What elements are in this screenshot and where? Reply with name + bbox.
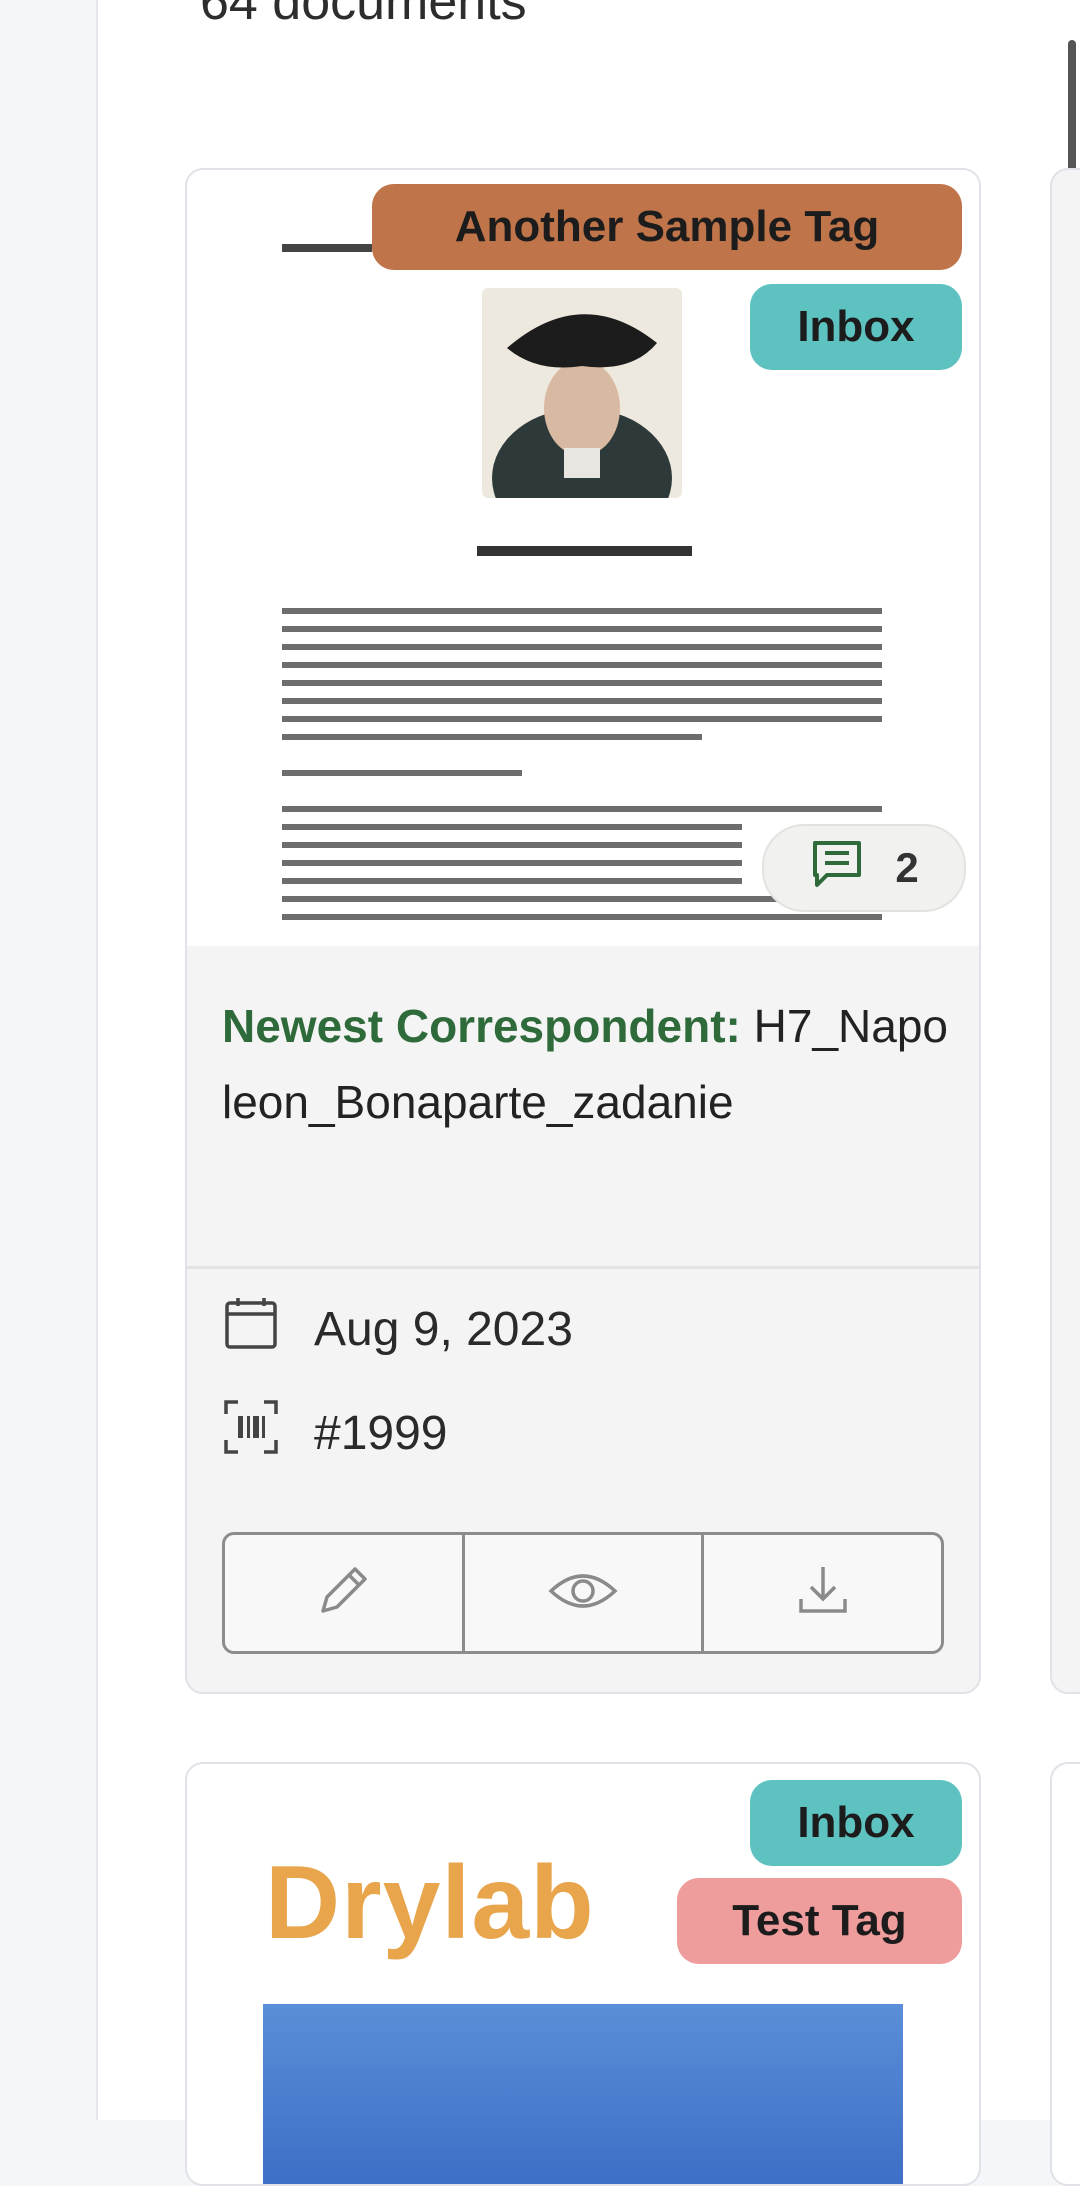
notes-badge[interactable]: 2: [762, 824, 966, 912]
created-date-row: Aug 9, 2023: [222, 1294, 573, 1364]
document-title[interactable]: Newest Correspondent: H7_Napoleon_Bonapa…: [222, 988, 952, 1140]
tag-inbox[interactable]: Inbox: [750, 284, 962, 370]
tag-test-tag[interactable]: Test Tag: [677, 1878, 962, 1964]
comment-icon: [809, 837, 865, 899]
preview-button[interactable]: [461, 1535, 702, 1651]
text-line: [282, 662, 882, 668]
tag-inbox[interactable]: Inbox: [750, 1780, 962, 1866]
text-line: [282, 914, 882, 920]
download-icon: [791, 1559, 855, 1628]
text-line: [282, 608, 882, 614]
card-action-buttons: [222, 1532, 944, 1654]
correspondent-colon: :: [725, 1000, 741, 1052]
correspondent-label[interactable]: Newest Correspondent: [222, 1000, 726, 1052]
card-divider: [187, 1266, 979, 1269]
portrait-image: [482, 288, 682, 498]
text-line: [282, 734, 702, 740]
tag-another-sample-tag[interactable]: Another Sample Tag: [372, 184, 962, 270]
notes-count: 2: [895, 844, 919, 891]
document-card[interactable]: Another Sample Tag Inbox 2 Newest Corres…: [185, 168, 981, 1694]
sidebar-strip: [0, 0, 98, 2120]
document-thumbnail[interactable]: Another Sample Tag Inbox 2: [187, 170, 979, 946]
thumbnail-header-line: [282, 244, 372, 252]
text-line: [282, 860, 742, 866]
document-card[interactable]: Drylab Inbox Test Tag: [185, 1762, 981, 2186]
barcode-icon: [222, 1398, 280, 1468]
text-line: [282, 716, 882, 722]
next-document-card-peek[interactable]: [1050, 1762, 1080, 2186]
thumbnail-photo: [263, 2004, 903, 2184]
text-line: [282, 698, 882, 704]
text-line: [282, 680, 882, 686]
thumbnail-title-line: [477, 546, 692, 556]
document-count: 64 documents: [200, 0, 527, 31]
text-line: [282, 878, 742, 884]
card-title-area: Newest Correspondent: H7_Napoleon_Bonapa…: [187, 946, 979, 1266]
thumbnail-logo-text: Drylab: [265, 1845, 595, 1961]
text-line: [282, 806, 882, 812]
text-line: [282, 626, 882, 632]
download-button[interactable]: [701, 1535, 941, 1651]
asn-row: #1999: [222, 1398, 447, 1468]
edit-icon: [311, 1559, 375, 1628]
calendar-icon: [222, 1294, 280, 1364]
created-date: Aug 9, 2023: [314, 1302, 573, 1356]
asn-number: #1999: [314, 1406, 448, 1460]
edit-button[interactable]: [225, 1535, 462, 1651]
text-line: [282, 842, 742, 848]
next-document-card-peek[interactable]: [1050, 168, 1080, 1694]
text-line: [282, 770, 522, 776]
text-line: [282, 644, 882, 650]
text-line: [282, 824, 742, 830]
eye-icon: [547, 1567, 619, 1620]
